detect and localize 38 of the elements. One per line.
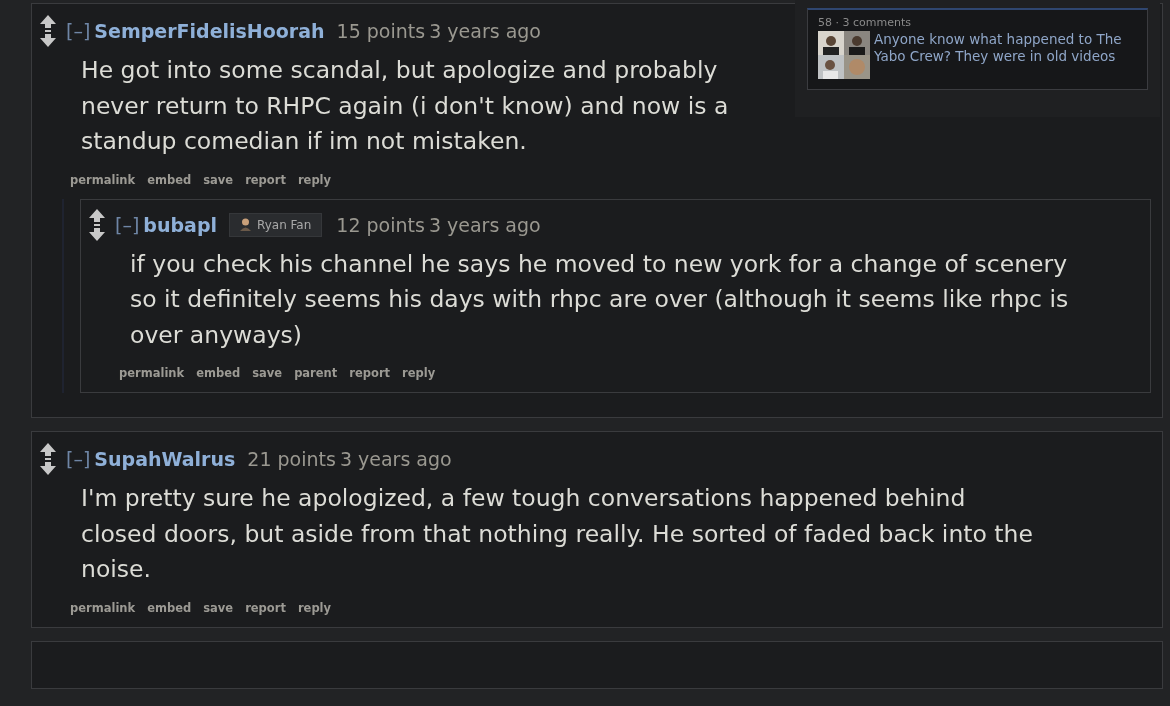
comment-score: 15 points	[336, 20, 426, 42]
flair-text: Ryan Fan	[257, 217, 312, 232]
comment-score: 12 points	[336, 213, 425, 236]
comment-action-link[interactable]: parent	[294, 366, 338, 380]
post-meta: 58 · 3 comments	[818, 16, 912, 29]
comment-action-link[interactable]: save	[203, 600, 234, 615]
vote-arrows-icon[interactable]	[40, 15, 56, 47]
comment-time: 3 years ago	[429, 20, 541, 42]
comment-action-link[interactable]: save	[203, 172, 234, 187]
comment-action-link[interactable]: save	[252, 366, 283, 380]
comment-action-link[interactable]: permalink	[70, 600, 136, 615]
comment-action-link[interactable]: report	[245, 600, 286, 615]
collapse-toggle[interactable]: [–]	[66, 20, 91, 42]
comment-action-link[interactable]: permalink	[119, 366, 185, 380]
comment-score: 21 points	[247, 448, 336, 470]
collapse-toggle[interactable]: [–]	[66, 448, 91, 470]
avatar-icon	[240, 218, 251, 231]
vote-arrows-icon[interactable]	[40, 443, 56, 475]
comment-action-link[interactable]: report	[349, 366, 391, 380]
comment-action-link[interactable]: embed	[147, 172, 192, 187]
comment-time: 3 years ago	[428, 213, 541, 236]
comment-action-link[interactable]: reply	[297, 172, 332, 187]
comment-author[interactable]: SemperFidelisHoorah	[94, 20, 325, 42]
collapse-toggle[interactable]: [–]	[115, 213, 140, 236]
comment-author[interactable]: SupahWalrus	[94, 448, 236, 470]
comment-action-link[interactable]: reply	[297, 600, 332, 615]
comment-action-link[interactable]: permalink	[70, 172, 136, 187]
comment-text: I'm pretty sure he apologized, a few tough conversations happened behind closed doors, but aside from that nothing really. He sorted of faded back into the noise.	[81, 483, 1034, 585]
comment-action-link[interactable]: report	[245, 172, 286, 187]
post-title-link[interactable]: Anyone know what happened to The Yabo Crew? They were in old videos	[874, 31, 1137, 79]
comment-time: 3 years ago	[339, 448, 452, 470]
comment-text: He got into some scandal, but apologize and probably never return to RHPC again (i don't know) and now is a standup comedian if im not mistaken.	[81, 55, 730, 157]
comment-author[interactable]: bubapl	[143, 213, 217, 236]
comment-action-link[interactable]: reply	[402, 366, 436, 380]
vote-arrows-icon[interactable]	[89, 208, 105, 241]
comment-text: if you check his channel he says he moved to new york for a change of scenery so it definitely seems his days with rhpc are over (although it seems like rhpc is over anyways)	[130, 248, 1070, 351]
comment-action-link[interactable]: embed	[147, 600, 192, 615]
comment-action-link[interactable]: embed	[196, 366, 241, 380]
